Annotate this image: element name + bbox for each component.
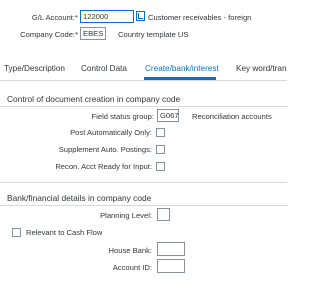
section-divider (0, 106, 287, 107)
section-divider (0, 182, 287, 183)
section-divider (0, 205, 287, 206)
field-status-group-description: Reconciliation accounts (192, 112, 272, 121)
planning-level-input[interactable] (157, 208, 170, 221)
supplement-postings-label: Supplement Auto. Postings: (58, 145, 152, 154)
field-status-group-input[interactable]: G067 (157, 109, 179, 122)
tab-key-word-translation[interactable]: Key word/tran (236, 64, 287, 73)
account-id-input[interactable] (157, 259, 185, 273)
active-tab-indicator (144, 77, 216, 80)
post-automatically-label: Post Automatically Only: (70, 128, 152, 137)
relevant-cash-flow-checkbox[interactable] (12, 228, 21, 237)
tab-control-data[interactable]: Control Data (81, 64, 127, 73)
tab-type-description[interactable]: Type/Description (4, 64, 65, 73)
field-status-group-label: Field status group: (91, 112, 154, 121)
gl-account-description: Customer receivables - foreign (148, 13, 252, 22)
relevant-cash-flow-label: Relevant to Cash Flow (26, 228, 103, 237)
recon-ready-label: Recon. Acct Ready for Input: (55, 162, 152, 171)
recon-ready-checkbox[interactable] (156, 162, 165, 171)
house-bank-label: House Bank: (108, 246, 152, 255)
section-title-control: Control of document creation in company … (7, 94, 181, 104)
post-automatically-checkbox[interactable] (156, 128, 165, 137)
section-title-bank: Bank/financial details in company code (7, 193, 152, 203)
header-area (0, 0, 287, 50)
company-code-label: Company Code:* (20, 30, 78, 39)
supplement-postings-checkbox[interactable] (156, 145, 165, 154)
company-code-input[interactable]: EBES (80, 27, 106, 40)
gl-account-label: G/L Account:* (31, 13, 78, 22)
value-help-icon[interactable] (136, 11, 145, 21)
account-id-label: Account ID: (112, 263, 152, 272)
house-bank-input[interactable] (157, 242, 185, 256)
planning-level-label: Planning Level: (100, 211, 152, 220)
company-code-description: Country template US (118, 30, 189, 39)
gl-account-input[interactable]: 122000 (80, 10, 134, 23)
tab-create-bank-interest[interactable]: Create/bank/interest (145, 64, 219, 73)
